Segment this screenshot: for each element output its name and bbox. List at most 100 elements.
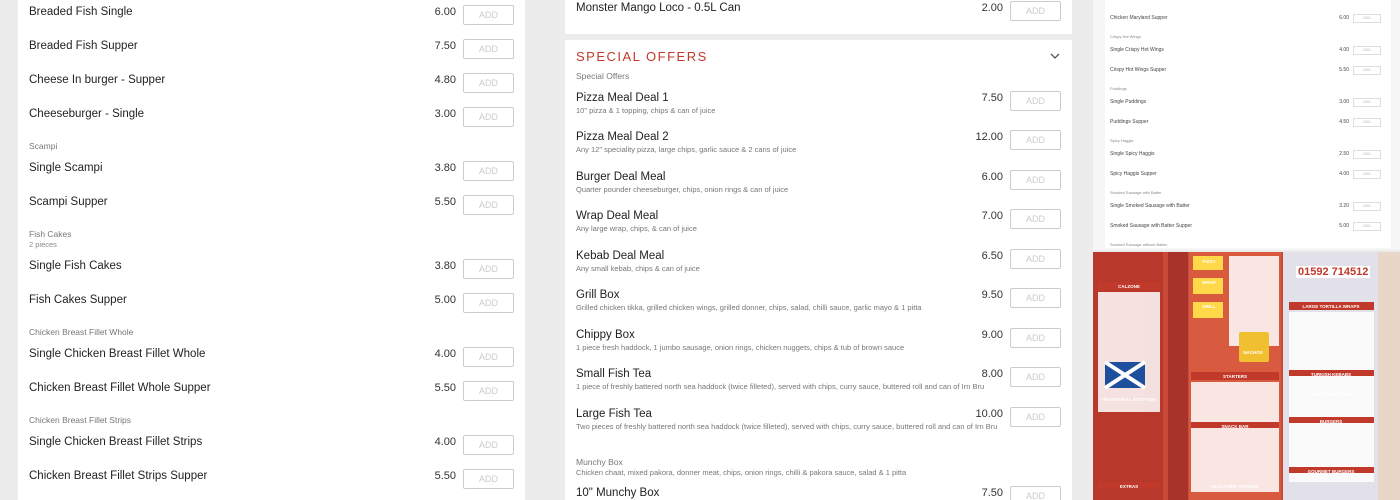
mini-item-name: Single Crispy Hot Wings <box>1110 47 1164 53</box>
mini-add-button: ADD <box>1353 118 1381 127</box>
item-description: 1 piece of freshly battered north sea ha… <box>576 382 985 391</box>
item-name: Breaded Fish Supper <box>29 40 138 52</box>
mini-item-price: 5.00 <box>1339 223 1349 229</box>
mini-add-button: ADD <box>1353 46 1381 55</box>
item-price: 12.00 <box>975 131 1003 143</box>
item-price: 6.50 <box>981 250 1003 262</box>
add-button[interactable]: ADD <box>463 435 514 455</box>
item-description: 10" pizza & 1 topping, chips & can of ju… <box>576 106 716 115</box>
item-name: Grill Box <box>576 289 620 301</box>
item-name: Chippy Box <box>576 329 635 341</box>
mini-item-price: 3.00 <box>1339 99 1349 105</box>
category-label: Munchy Box <box>576 457 623 467</box>
add-button[interactable]: ADD <box>463 39 514 59</box>
mini-item-price: 5.50 <box>1339 67 1349 73</box>
photo-label-text: BURGERS <box>1319 419 1343 424</box>
item-price: 5.00 <box>434 294 456 306</box>
mini-item-row: Puddings Supper 4.50 ADD <box>1110 118 1381 128</box>
add-button[interactable]: ADD <box>463 347 514 367</box>
mini-item-row: Single Spicy Haggis 2.50 ADD <box>1110 150 1381 160</box>
add-button[interactable]: ADD <box>463 381 514 401</box>
mini-item-name: Single Puddings <box>1110 99 1147 105</box>
category-label: Chicken Breast Fillet Whole <box>29 327 134 337</box>
item-name: Kebab Deal Meal <box>576 250 665 262</box>
add-button[interactable]: ADD <box>1010 130 1061 150</box>
add-button[interactable]: ADD <box>463 107 514 127</box>
mini-item-price: 4.50 <box>1339 119 1349 125</box>
menu-column-left: Breaded Fish Single 6.00 ADD Breaded Fish S… <box>18 0 525 500</box>
item-description: Two pieces of freshly battered north sea… <box>576 422 998 431</box>
add-button[interactable]: ADD <box>463 161 514 181</box>
mini-item-name: Spicy Haggis Supper <box>1110 171 1157 177</box>
mini-item-price: 4.00 <box>1339 47 1349 53</box>
mini-category-label: Smoked Sausage with Batter <box>1110 190 1162 195</box>
item-description: 1 piece fresh haddock, 1 jumbo sausage, … <box>576 343 905 352</box>
add-button[interactable]: ADD <box>463 469 514 489</box>
item-name: Monster Mango Loco - 0.5L Can <box>576 2 741 14</box>
mini-category-label: Puddings <box>1110 86 1127 91</box>
photo-label-text: BAKED POTATOES <box>1310 392 1352 397</box>
item-name: Fish Cakes Supper <box>29 294 127 306</box>
item-price: 9.50 <box>981 289 1003 301</box>
add-button[interactable]: ADD <box>1010 1 1061 21</box>
item-name: Cheese In burger - Supper <box>29 74 166 86</box>
item-name: Small Fish Tea <box>576 368 652 380</box>
photo-label-text: SNACK BAR <box>1221 424 1249 429</box>
add-button[interactable]: ADD <box>1010 170 1061 190</box>
item-price: 7.50 <box>981 487 1003 499</box>
add-button[interactable]: ADD <box>463 5 514 25</box>
add-button[interactable]: ADD <box>1010 209 1061 229</box>
photo-phone-text: 01592 714512 <box>1296 266 1371 278</box>
mini-item-row: Crispy Hot Wings Supper 5.50 ADD <box>1110 66 1381 76</box>
category-label: Fish Cakes <box>29 229 72 239</box>
item-price: 6.00 <box>434 6 456 18</box>
item-name: Single Chicken Breast Fillet Whole <box>29 348 206 360</box>
photo-label-text: TURKISH KEBABS <box>1310 372 1352 377</box>
mini-item-name: Puddings Supper <box>1110 119 1149 125</box>
add-button[interactable]: ADD <box>463 259 514 279</box>
chevron-down-icon[interactable] <box>1050 51 1060 61</box>
item-name: Chicken Breast Fillet Strips Supper <box>29 470 208 482</box>
item-price: 5.50 <box>434 196 456 208</box>
mini-add-button: ADD <box>1353 14 1381 23</box>
photo-label-text: WRAP <box>1202 280 1216 285</box>
mini-item-row: Single Smoked Sausage with Batter 3.20 ADD <box>1110 202 1381 212</box>
add-button[interactable]: ADD <box>1010 249 1061 269</box>
mini-add-button: ADD <box>1353 66 1381 75</box>
item-name: Single Fish Cakes <box>29 260 122 272</box>
mini-item-name: Single Smoked Sausage with Batter <box>1110 203 1190 209</box>
add-button[interactable]: ADD <box>463 195 514 215</box>
add-button[interactable]: ADD <box>1010 328 1061 348</box>
mini-item-row: Single Puddings 3.00 ADD <box>1110 98 1381 108</box>
special-offers-section: SPECIAL OFFERS Special Offers Pizza Meal… <box>565 40 1072 500</box>
add-button[interactable]: ADD <box>1010 288 1061 308</box>
mini-item-price: 2.50 <box>1339 151 1349 157</box>
mini-add-button: ADD <box>1353 150 1381 159</box>
item-description: Grilled chicken tikka, grilled chicken w… <box>576 303 922 312</box>
item-name: Cheeseburger - Single <box>29 108 145 120</box>
item-price: 6.00 <box>981 171 1003 183</box>
add-button[interactable]: ADD <box>1010 91 1061 111</box>
item-price: 9.00 <box>981 329 1003 341</box>
photo-label-text: TRADITIONAL SCOTTISH FISH & CHIPS <box>1101 397 1157 402</box>
menu-photo[interactable]: 01592 714512 TRADITIONAL SCOTTISH FISH &… <box>1093 252 1400 500</box>
mini-item-row: Chicken Maryland Supper 6.00 ADD <box>1110 14 1381 24</box>
photo-label-text: STARTERS <box>1223 374 1247 379</box>
menu-image-thumbnail[interactable]: Chicken Maryland Supper 6.00 ADD Crispy Hot… <box>1093 0 1400 250</box>
add-button[interactable]: ADD <box>1010 407 1061 427</box>
item-name: Breaded Fish Single <box>29 6 133 18</box>
mini-item-price: 3.20 <box>1339 203 1349 209</box>
mini-menu-page: Chicken Maryland Supper 6.00 ADD Crispy Hot… <box>1105 0 1391 248</box>
item-price: 10.00 <box>975 408 1003 420</box>
item-name: Single Scampi <box>29 162 103 174</box>
photo-label-text: GRILL <box>1202 304 1216 309</box>
add-button[interactable]: ADD <box>1010 486 1061 500</box>
add-button[interactable]: ADD <box>463 73 514 93</box>
category-label: Special Offers <box>576 71 630 81</box>
item-price: 8.00 <box>981 368 1003 380</box>
mini-item-name: Chicken Maryland Supper <box>1110 15 1168 21</box>
add-button[interactable]: ADD <box>1010 367 1061 387</box>
section-title[interactable]: SPECIAL OFFERS <box>576 49 708 64</box>
item-name: Burger Deal Meal <box>576 171 666 183</box>
add-button[interactable]: ADD <box>463 293 514 313</box>
